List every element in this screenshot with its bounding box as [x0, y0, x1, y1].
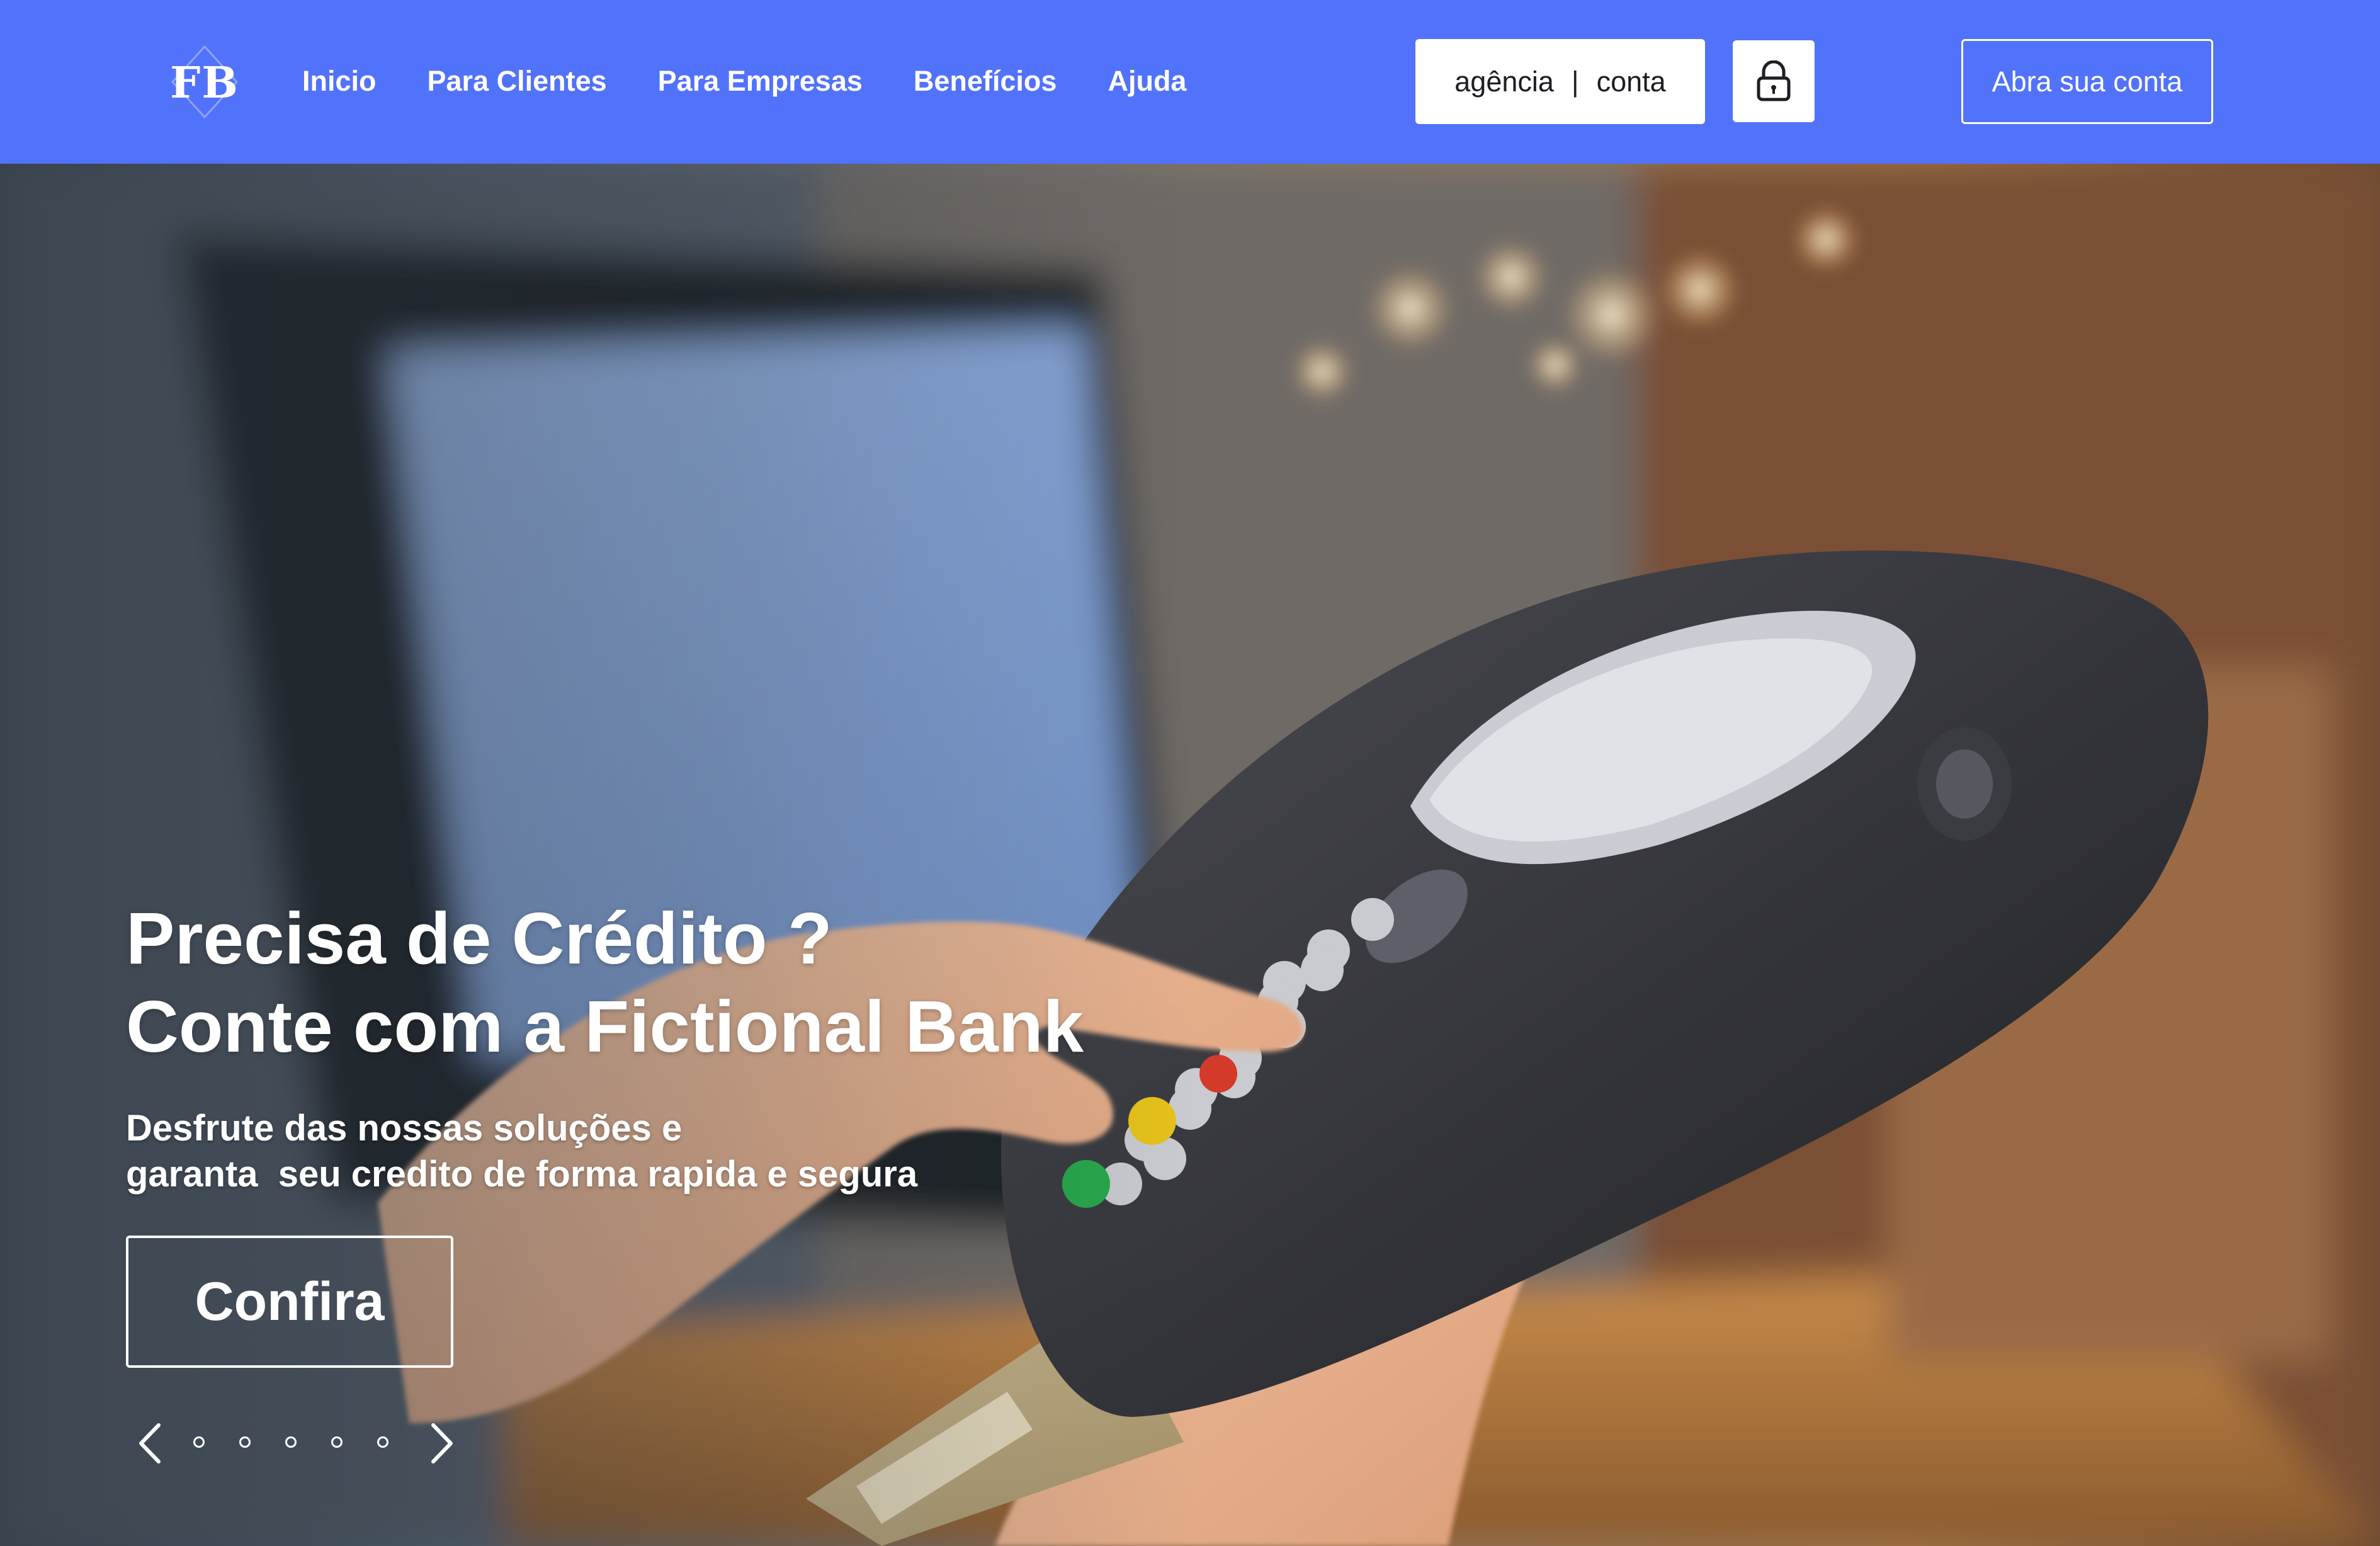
- nav-item-inicio[interactable]: Inicio: [302, 60, 377, 102]
- nav-item-para-empresas[interactable]: Para Empresas: [658, 60, 863, 102]
- carousel-dots: [193, 1414, 423, 1470]
- hero-banner: Precisa de Crédito ? Conte com a Fiction…: [0, 164, 2380, 1546]
- lock-icon: [1757, 60, 1791, 101]
- nav-item-para-clientes[interactable]: Para Clientes: [428, 60, 607, 102]
- agency-account-input[interactable]: agência | conta: [1415, 39, 1705, 124]
- carousel-dot-5[interactable]: [377, 1436, 388, 1448]
- hero-headline: Precisa de Crédito ? Conte com a Fiction…: [126, 894, 1084, 1071]
- account-label: conta: [1596, 65, 1666, 98]
- carousel-dot-4[interactable]: [331, 1436, 343, 1448]
- chevron-right-icon[interactable]: [422, 1421, 460, 1465]
- nav-item-beneficios[interactable]: Benefícios: [914, 60, 1057, 102]
- login-separator: |: [1571, 65, 1579, 98]
- logo-text: FB: [170, 58, 239, 108]
- carousel-dot-3[interactable]: [285, 1436, 297, 1448]
- carousel-controls: [132, 1414, 460, 1470]
- login-lock-button[interactable]: [1733, 40, 1815, 122]
- confira-button[interactable]: Confira: [126, 1236, 453, 1368]
- agency-label: agência: [1454, 65, 1554, 98]
- hero-subheadline: Desfrute das nossas soluções e garanta s…: [126, 1105, 917, 1197]
- hero-subheadline-line1: Desfrute das nossas soluções e: [126, 1108, 683, 1149]
- logo[interactable]: FB: [170, 44, 239, 120]
- hero-headline-line2: Conte com a Fictional Bank: [126, 986, 1084, 1067]
- chevron-left-icon[interactable]: [132, 1421, 170, 1465]
- main-nav: Inicio Para Clientes Para Empresas Benef…: [302, 60, 1237, 102]
- hero-subheadline-line2: garanta seu credito de forma rapida e se…: [126, 1154, 918, 1195]
- carousel-dot-1[interactable]: [193, 1436, 205, 1448]
- top-navbar: FB Inicio Para Clientes Para Empresas Be…: [0, 0, 2380, 164]
- nav-item-ajuda[interactable]: Ajuda: [1108, 60, 1186, 102]
- carousel-dot-2[interactable]: [239, 1436, 251, 1448]
- hero-headline-line1: Precisa de Crédito ?: [126, 897, 832, 979]
- open-account-button[interactable]: Abra sua conta: [1961, 39, 2213, 124]
